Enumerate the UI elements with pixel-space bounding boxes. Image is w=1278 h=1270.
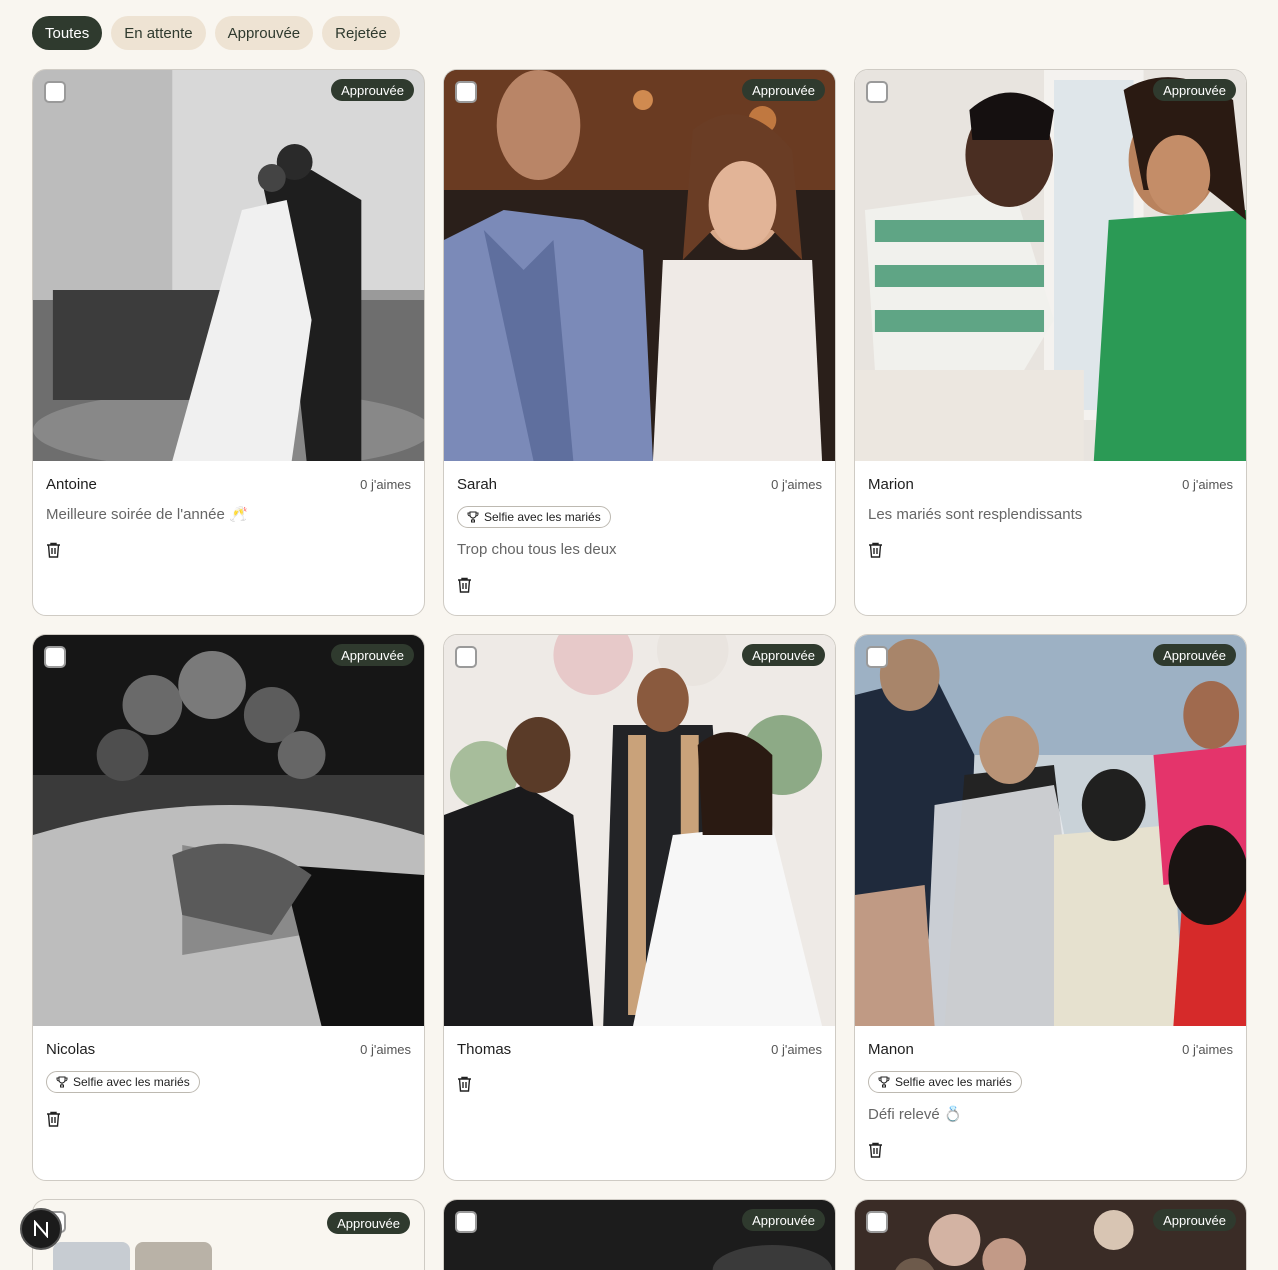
- trash-icon[interactable]: [46, 542, 61, 558]
- status-badge: Approuvée: [327, 1212, 410, 1234]
- comment-text: Trop chou tous les deux: [457, 541, 617, 558]
- challenge-tag: Selfie avec les mariés: [46, 1071, 200, 1093]
- photo-card[interactable]: Approuvée Thomas 0 j'aimes: [443, 634, 836, 1181]
- filter-approuvee[interactable]: Approuvée: [214, 16, 314, 50]
- comment-text: Défi relevé 💍: [868, 1106, 963, 1123]
- checkbox-icon[interactable]: [44, 81, 66, 103]
- photo-card[interactable]: Approuvée: [32, 1199, 425, 1270]
- challenge-tag: Selfie avec les mariés: [868, 1071, 1022, 1093]
- comment-text: Les mariés sont resplendissants: [868, 506, 1083, 523]
- photo-card[interactable]: Approuvée Manon 0 j'aimes Selfie avec le…: [854, 634, 1247, 1181]
- photo-image[interactable]: Approuvée: [855, 70, 1246, 461]
- likes-count: 0 j'aimes: [1182, 476, 1233, 492]
- photo-grid: Approuvée Antoine 0 j'aimes Meilleure so…: [32, 69, 1247, 1270]
- likes-count: 0 j'aimes: [360, 1041, 411, 1057]
- author-name: Manon: [868, 1040, 914, 1058]
- filter-en-attente[interactable]: En attente: [111, 16, 206, 50]
- trash-icon[interactable]: [457, 577, 472, 593]
- checkbox-icon[interactable]: [455, 1211, 477, 1233]
- app-logo-button[interactable]: [20, 1208, 62, 1250]
- trash-icon[interactable]: [457, 1076, 472, 1092]
- likes-count: 0 j'aimes: [1182, 1041, 1233, 1057]
- checkbox-icon[interactable]: [44, 646, 66, 668]
- author-name: Thomas: [457, 1040, 512, 1058]
- challenge-tag-label: Selfie avec les mariés: [484, 510, 601, 524]
- photo-image[interactable]: Approuvée: [33, 70, 424, 461]
- trophy-icon: [878, 1076, 890, 1088]
- status-badge: Approuvée: [1153, 1209, 1236, 1231]
- photo-thumbnails[interactable]: [53, 1242, 212, 1270]
- author-name: Nicolas: [46, 1040, 96, 1058]
- author-name: Marion: [868, 475, 914, 493]
- author-name: Antoine: [46, 475, 97, 493]
- photo-card[interactable]: Approuvée: [443, 1199, 836, 1270]
- likes-count: 0 j'aimes: [771, 1041, 822, 1057]
- trophy-icon: [467, 511, 479, 523]
- author-name: Sarah: [457, 475, 498, 493]
- checkbox-icon[interactable]: [455, 646, 477, 668]
- status-filter-bar: Toutes En attente Approuvée Rejetée: [32, 16, 400, 50]
- status-badge: Approuvée: [1153, 644, 1236, 666]
- status-badge: Approuvée: [742, 644, 825, 666]
- challenge-tag-label: Selfie avec les mariés: [73, 1075, 190, 1089]
- photo-image[interactable]: Approuvée: [855, 635, 1246, 1026]
- filter-rejetee[interactable]: Rejetée: [322, 16, 400, 50]
- status-badge: Approuvée: [1153, 79, 1236, 101]
- photo-card[interactable]: Approuvée Sarah 0 j'aimes Selfie avec le…: [443, 69, 836, 616]
- photo-image[interactable]: Approuvée: [444, 635, 835, 1026]
- filter-toutes[interactable]: Toutes: [32, 16, 103, 50]
- trophy-icon: [56, 1076, 68, 1088]
- photo-card[interactable]: Approuvée Marion 0 j'aimes Les mariés so…: [854, 69, 1247, 616]
- photo-image[interactable]: Approuvée: [444, 1200, 835, 1270]
- logo-n-icon: [34, 1220, 48, 1238]
- likes-count: 0 j'aimes: [360, 476, 411, 492]
- challenge-tag-label: Selfie avec les mariés: [895, 1075, 1012, 1089]
- trash-icon[interactable]: [46, 1111, 61, 1127]
- status-badge: Approuvée: [742, 79, 825, 101]
- photo-card[interactable]: Approuvée: [854, 1199, 1247, 1270]
- likes-count: 0 j'aimes: [771, 476, 822, 492]
- checkbox-icon[interactable]: [866, 646, 888, 668]
- checkbox-icon[interactable]: [866, 1211, 888, 1233]
- status-badge: Approuvée: [331, 644, 414, 666]
- photo-image[interactable]: Approuvée: [33, 635, 424, 1026]
- status-badge: Approuvée: [742, 1209, 825, 1231]
- photo-image[interactable]: Approuvée: [855, 1200, 1246, 1270]
- photo-image[interactable]: Approuvée: [444, 70, 835, 461]
- trash-icon[interactable]: [868, 542, 883, 558]
- trash-icon[interactable]: [868, 1142, 883, 1158]
- photo-card[interactable]: Approuvée Nicolas 0 j'aimes Selfie avec …: [32, 634, 425, 1181]
- comment-text: Meilleure soirée de l'année 🥂: [46, 506, 248, 523]
- photo-card[interactable]: Approuvée Antoine 0 j'aimes Meilleure so…: [32, 69, 425, 616]
- checkbox-icon[interactable]: [866, 81, 888, 103]
- challenge-tag: Selfie avec les mariés: [457, 506, 611, 528]
- checkbox-icon[interactable]: [455, 81, 477, 103]
- status-badge: Approuvée: [331, 79, 414, 101]
